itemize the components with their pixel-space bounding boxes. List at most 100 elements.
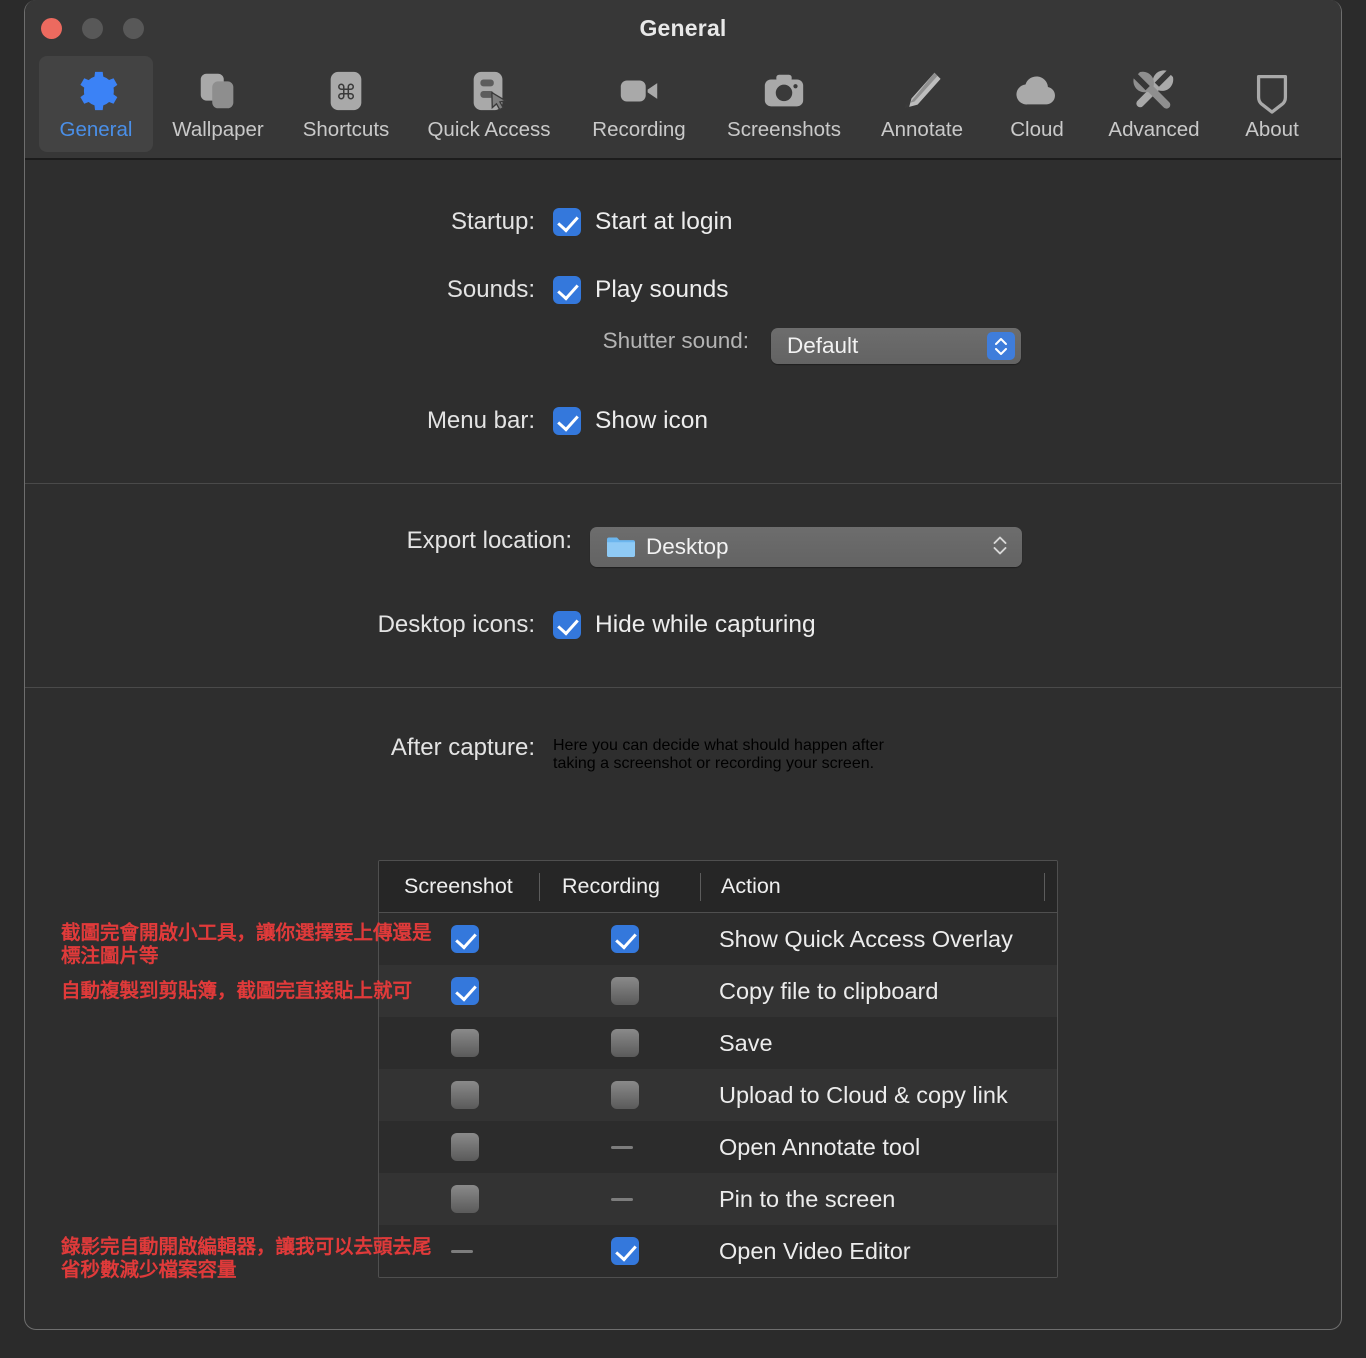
- column-header-action[interactable]: Action: [701, 861, 1057, 912]
- menu-bar-label: Menu bar:: [426, 407, 535, 434]
- settings-toolbar: General Wallpaper ⌘ Shortcuts Quick Acce…: [25, 56, 1341, 160]
- shutter-sound-value: Default: [787, 333, 859, 358]
- maximize-button[interactable]: [123, 18, 144, 39]
- cell-action: Show Quick Access Overlay: [719, 925, 1013, 952]
- row-menu-bar: Menu bar: Show icon: [25, 407, 1341, 483]
- tab-wallpaper[interactable]: Wallpaper: [153, 56, 283, 152]
- hide-while-capturing-checkbox[interactable]: [553, 611, 581, 639]
- desktop-icons-control: Hide while capturing: [553, 611, 816, 639]
- column-divider: [1044, 873, 1045, 901]
- screenshot-checkbox[interactable]: [451, 925, 479, 953]
- play-sounds-checkbox[interactable]: [553, 276, 581, 304]
- annotation-clipboard: 自動複製到剪貼簿，截圖完直接貼上就可: [61, 979, 413, 1002]
- tab-recording-label: Recording: [592, 118, 686, 141]
- tab-quick-access-label: Quick Access: [427, 118, 551, 141]
- table-body: Show Quick Access Overlay Copy file to cl…: [379, 913, 1057, 1277]
- tools-icon: [1131, 64, 1177, 118]
- tab-about[interactable]: About: [1219, 56, 1325, 152]
- startup-label: Startup:: [450, 208, 535, 235]
- row-export-location: Export location: Desktop: [25, 527, 1341, 567]
- annotation-video-editor: 錄影完自動開啟編輯器，讓我可以去頭去尾 省秒數減少檔案容量: [61, 1235, 432, 1281]
- tab-quick-access[interactable]: Quick Access: [409, 56, 569, 152]
- cell-screenshot: [379, 1029, 539, 1057]
- hide-while-capturing-label: Hide while capturing: [595, 611, 816, 638]
- show-icon-checkbox[interactable]: [553, 407, 581, 435]
- table-row: Save: [379, 1017, 1057, 1069]
- tab-advanced-label: Advanced: [1108, 118, 1200, 141]
- recording-checkbox[interactable]: [611, 925, 639, 953]
- cell-screenshot: [379, 1133, 539, 1161]
- tab-general-label: General: [59, 118, 133, 141]
- wallpaper-icon: [195, 64, 241, 118]
- export-location-dropdown[interactable]: Desktop: [590, 527, 1022, 567]
- folder-icon: [606, 535, 636, 559]
- screenshot-checkbox[interactable]: [451, 1133, 479, 1161]
- tab-screenshots[interactable]: Screenshots: [709, 56, 859, 152]
- recording-checkbox[interactable]: [611, 1081, 639, 1109]
- tab-advanced[interactable]: Advanced: [1089, 56, 1219, 152]
- cell-recording: [539, 1237, 699, 1265]
- screenshot-checkbox[interactable]: [451, 1185, 479, 1213]
- cell-action: Copy file to clipboard: [719, 977, 939, 1004]
- tab-shortcuts-label: Shortcuts: [302, 118, 390, 141]
- tab-annotate[interactable]: Annotate: [859, 56, 985, 152]
- table-header-row: Screenshot Recording Action: [379, 861, 1057, 913]
- chevron-down-icon: [995, 347, 1007, 355]
- row-shutter-sound: Shutter sound: Default: [25, 328, 1341, 364]
- column-header-recording[interactable]: Recording: [540, 861, 700, 912]
- command-key-icon: ⌘: [323, 64, 369, 118]
- gear-icon: [73, 64, 119, 118]
- shutter-sound-label: Shutter sound:: [602, 328, 749, 353]
- cloud-icon: [1014, 64, 1060, 118]
- close-button[interactable]: [41, 18, 62, 39]
- tab-shortcuts[interactable]: ⌘ Shortcuts: [283, 56, 409, 152]
- startup-control: Start at login: [553, 208, 733, 236]
- screenshot-checkbox[interactable]: [451, 1029, 479, 1057]
- row-desktop-icons: Desktop icons: Hide while capturing: [25, 611, 1341, 687]
- cell-recording: [539, 1145, 699, 1149]
- section-divider-2: [25, 687, 1341, 688]
- tab-recording[interactable]: Recording: [569, 56, 709, 152]
- play-sounds-label: Play sounds: [595, 276, 729, 303]
- recording-checkbox[interactable]: [611, 1237, 639, 1265]
- screenshot-checkbox[interactable]: [451, 1081, 479, 1109]
- cell-action: Save: [719, 1029, 773, 1056]
- screenshot-checkbox[interactable]: [451, 977, 479, 1005]
- cell-screenshot: [379, 1081, 539, 1109]
- settings-content: Startup: Start at login Sounds: Play sou…: [25, 208, 1341, 773]
- cell-recording: [539, 1029, 699, 1057]
- row-startup: Startup: Start at login: [25, 208, 1341, 236]
- column-header-screenshot[interactable]: Screenshot: [379, 861, 539, 912]
- tab-annotate-label: Annotate: [880, 118, 964, 141]
- cell-action: Open Video Editor: [719, 1237, 911, 1264]
- desktop-icons-label: Desktop icons:: [377, 611, 535, 638]
- cell-recording: [539, 977, 699, 1005]
- table-row: Pin to the screen: [379, 1173, 1057, 1225]
- traffic-lights: [41, 18, 144, 39]
- section-divider-1: [25, 483, 1341, 484]
- sounds-label: Sounds:: [446, 276, 535, 303]
- table-row: Open Video Editor: [379, 1225, 1057, 1277]
- start-at-login-checkbox[interactable]: [553, 208, 581, 236]
- sounds-control: Play sounds: [553, 276, 728, 304]
- cell-action: Upload to Cloud & copy link: [719, 1081, 1008, 1108]
- after-capture-table: Screenshot Recording Action Show Quick A…: [378, 860, 1058, 1278]
- tab-about-label: About: [1245, 118, 1299, 141]
- recording-checkbox[interactable]: [611, 977, 639, 1005]
- section-general: Startup: Start at login Sounds: Play sou…: [25, 208, 1341, 483]
- recording-checkbox[interactable]: [611, 1029, 639, 1057]
- menu-bar-control: Show icon: [553, 407, 708, 435]
- stepper-arrows-icon: [987, 332, 1015, 360]
- minimize-button[interactable]: [82, 18, 103, 39]
- recording-disabled-dash: [611, 1197, 633, 1201]
- shutter-sound-dropdown[interactable]: Default: [771, 328, 1021, 364]
- tab-general[interactable]: General: [39, 56, 153, 152]
- tab-cloud[interactable]: Cloud: [985, 56, 1089, 152]
- table-row: Show Quick Access Overlay: [379, 913, 1057, 965]
- window-titlebar: General: [25, 0, 1341, 56]
- tab-cloud-label: Cloud: [1010, 118, 1064, 141]
- stepper-arrows-icon: [988, 532, 1010, 558]
- row-sounds: Sounds: Play sounds: [25, 276, 1341, 304]
- svg-text:⌘: ⌘: [335, 80, 356, 105]
- after-capture-description: Here you can decide what should happen a…: [553, 737, 884, 772]
